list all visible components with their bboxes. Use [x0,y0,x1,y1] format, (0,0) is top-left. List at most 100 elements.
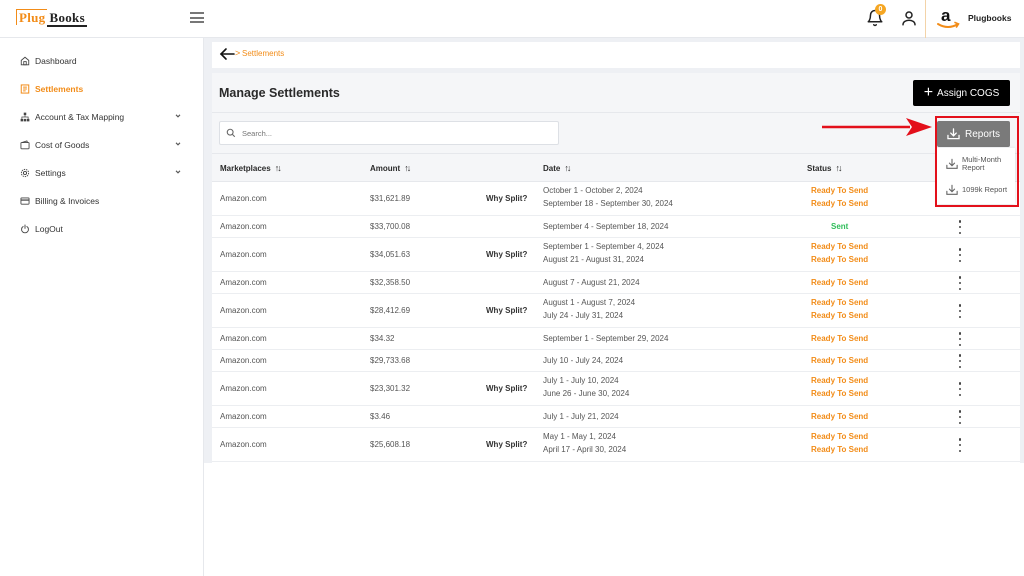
column-header-amount[interactable]: Amount ↑↓ [370,163,411,173]
status-badge: Ready To Send [811,445,869,454]
sidebar-item-account-tax-mapping[interactable]: Account & Tax Mapping [20,109,185,125]
marketplace-cell: Amazon.com [220,250,267,259]
chevron-down-icon[interactable] [174,112,182,120]
why-split-link[interactable]: Why Split? [486,306,527,315]
amount-cell: $32,358.50 [370,278,411,287]
reports-dropdown-menu: Multi-Month Report 1099k Report [937,148,1015,204]
why-split-link[interactable]: Why Split? [486,384,527,393]
marketplace-cell: Amazon.com [220,384,267,393]
search-input[interactable] [242,128,542,138]
sidebar-item-logout[interactable]: LogOut [20,221,185,237]
more-actions-kebab-icon[interactable] [957,354,963,368]
sort-icon[interactable]: ↑↓ [404,163,411,173]
hamburger-icon[interactable] [190,12,204,23]
sort-icon[interactable]: ↑↓ [275,163,282,173]
amazon-logo-icon: a [937,6,960,28]
status-badge: Ready To Send [811,334,869,343]
more-actions-kebab-icon[interactable] [957,382,963,396]
page-title: Manage Settlements [219,86,340,100]
why-split-link[interactable]: Why Split? [486,194,527,203]
why-split-link[interactable]: Why Split? [486,250,527,259]
date-range-cell: July 10 - July 24, 2024 [543,356,624,365]
breadcrumb-settlements-link[interactable]: Settlements [242,49,284,58]
sidebar-item-cost-of-goods[interactable]: Cost of Goods [20,137,185,153]
sidebar-item-settings[interactable]: Settings [20,165,185,181]
chevron-down-icon[interactable] [174,168,182,176]
plugbooks-logo[interactable]: Plug Books [16,9,87,27]
column-header-date[interactable]: Date ↑↓ [543,163,571,173]
date-range-cell: September 1 - September 4, 2024 [543,242,664,251]
more-actions-kebab-icon[interactable] [957,332,963,346]
search-field[interactable] [219,121,559,145]
status-badge: Ready To Send [811,389,869,398]
status-badge: Ready To Send [811,356,869,365]
sitemap-icon [20,112,30,122]
power-icon [21,224,29,234]
status-badge: Ready To Send [811,199,869,208]
sort-icon[interactable]: ↑↓ [564,163,571,173]
sidebar-item-label: Billing & Invoices [35,196,100,206]
more-actions-kebab-icon[interactable] [957,248,963,262]
table-row[interactable]: Amazon.com $33,700.08 September 4 - Septem… [212,216,1020,238]
date-range-cell: April 17 - April 30, 2024 [543,445,627,454]
status-badge: Ready To Send [811,412,869,421]
back-arrow-icon[interactable] [219,47,235,61]
sidebar-item-label: Account & Tax Mapping [35,112,125,122]
table-row[interactable]: Amazon.com $29,733.68 July 10 - July 24, 2… [212,350,1020,372]
chevron-down-icon[interactable] [174,140,182,148]
menu-item-multi-month-report[interactable]: Multi-Month Report [946,156,1001,172]
more-actions-kebab-icon[interactable] [957,276,963,290]
status-badge: Ready To Send [811,255,869,264]
status-badge: Ready To Send [811,432,869,441]
menu-item-1099k-report[interactable]: 1099k Report [946,184,1007,196]
table-row[interactable]: Amazon.com $34,051.63 Why Split? September … [212,238,1020,272]
reports-button[interactable]: Reports [937,121,1010,147]
marketplace-cell: Amazon.com [220,278,267,287]
table-row[interactable]: Amazon.com $28,412.69 Why Split? August 1 -… [212,294,1020,328]
home-icon [20,56,30,66]
date-range-cell: September 4 - September 18, 2024 [543,222,669,231]
column-label: Marketplaces [220,164,271,173]
logo-part-books: Books [47,10,87,27]
more-actions-kebab-icon[interactable] [957,304,963,318]
sidebar-item-dashboard[interactable]: Dashboard [20,53,185,69]
column-label: Date [543,164,561,173]
table-header: Marketplaces ↑↓ Amount ↑↓ Date ↑↓ Status ↑↓ [212,154,1020,182]
date-range-cell: August 1 - August 7, 2024 [543,298,636,307]
svg-text:a: a [941,6,951,25]
table-row[interactable]: Amazon.com $25,608.18 Why Split? May 1 - Ma… [212,428,1020,462]
credit-card-icon [20,197,30,205]
date-range-cell: May 1 - May 1, 2024 [543,432,616,441]
status-badge: Ready To Send [811,298,869,307]
logo-part-plug: Plug [16,9,48,25]
user-icon[interactable] [900,9,918,27]
date-range-cell: September 1 - September 29, 2024 [543,334,669,343]
card-header: Manage Settlements + Assign COGS [212,73,1020,113]
column-header-marketplaces[interactable]: Marketplaces ↑↓ [220,163,282,173]
assign-cogs-button[interactable]: + Assign COGS [913,80,1010,106]
sidebar-item-label: Dashboard [35,56,77,66]
column-header-status[interactable]: Status ↑↓ [807,163,842,173]
breadcrumb [212,42,1020,68]
marketplace-cell: Amazon.com [220,412,267,421]
sort-icon[interactable]: ↑↓ [835,163,842,173]
status-badge: Ready To Send [811,311,869,320]
more-actions-kebab-icon[interactable] [957,438,963,452]
download-icon [946,184,958,195]
table-row[interactable]: Amazon.com $34.32 September 1 - September … [212,328,1020,350]
more-actions-kebab-icon[interactable] [957,410,963,424]
why-split-link[interactable]: Why Split? [486,440,527,449]
amount-cell: $29,733.68 [370,356,411,365]
marketplace-cell: Amazon.com [220,334,267,343]
date-range-cell: June 26 - June 30, 2024 [543,389,630,398]
account-name[interactable]: Plugbooks [968,13,1011,23]
sidebar-item-billing-invoices[interactable]: Billing & Invoices [20,193,185,209]
table-row[interactable]: Amazon.com $23,301.32 Why Split? July 1 - J… [212,372,1020,406]
date-range-cell: July 24 - July 31, 2024 [543,311,624,320]
table-row[interactable]: Amazon.com $32,358.50 August 7 - August 21… [212,272,1020,294]
sidebar-item-settlements[interactable]: Settlements [20,81,185,97]
table-row[interactable]: Amazon.com $3.46 July 1 - July 21, 2024 Rea… [212,406,1020,428]
more-actions-kebab-icon[interactable] [957,220,963,234]
top-header: Plug Books 0 a Plugbooks [0,0,1024,38]
table-row[interactable]: Amazon.com $31,621.89 Why Split? October 1 … [212,182,1020,216]
